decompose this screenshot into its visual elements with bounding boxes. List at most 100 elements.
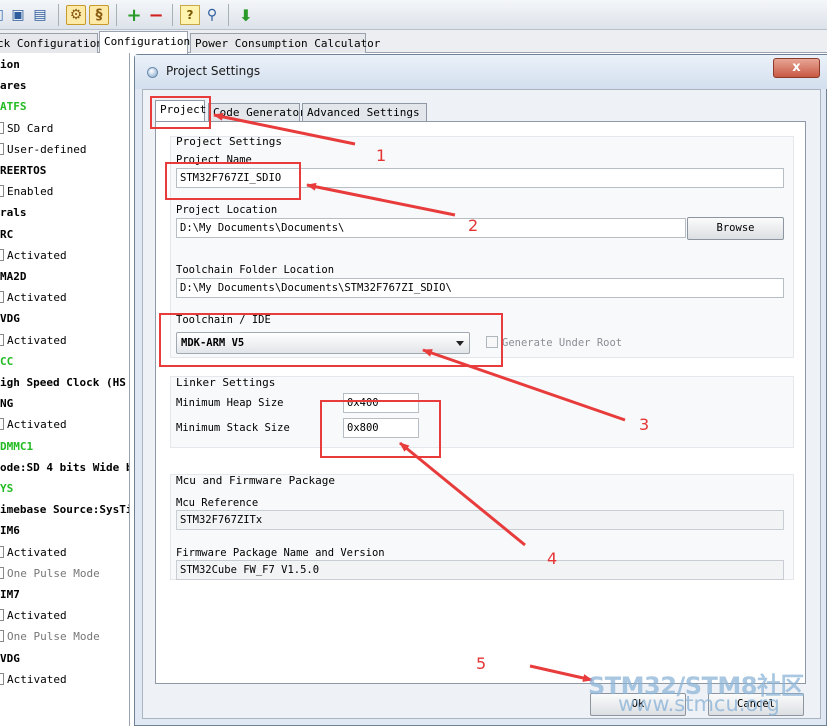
tree-item-label: igh Speed Clock (HS (0, 376, 126, 389)
tree-item[interactable]: Activated (0, 545, 67, 561)
heap-size-label: Minimum Heap Size (176, 397, 284, 409)
tree-item[interactable]: Activated (0, 417, 67, 433)
toolchain-ide-select[interactable]: MDK-ARM V5 (176, 332, 470, 354)
tree-checkbox[interactable] (0, 142, 4, 155)
tab-code-generator[interactable]: Code Generator (208, 103, 306, 122)
tree-item[interactable]: Activated (0, 608, 67, 624)
tree-item-label: RC (0, 227, 14, 241)
heap-size-field[interactable]: 0x400 (343, 393, 419, 413)
browse-button[interactable]: Browse (687, 217, 784, 240)
tree-item[interactable]: Activated (0, 672, 67, 688)
tree-checkbox[interactable] (0, 418, 4, 431)
tree-item[interactable]: REERTOS (0, 163, 46, 179)
configuration-tree: ion ares ATFS SD Card User-defined REERTOS Ena… (0, 53, 130, 726)
tree-checkbox[interactable] (0, 248, 4, 261)
tree-checkbox[interactable] (0, 333, 4, 346)
tree-checkbox[interactable] (0, 566, 4, 579)
tree-item[interactable]: ares (0, 78, 27, 94)
tree-item-label: One Pulse Mode (7, 566, 100, 580)
generate-report-icon[interactable]: ⚙ (66, 5, 86, 25)
cancel-button[interactable]: Cancel (708, 693, 804, 716)
help-icon[interactable]: ? (180, 5, 200, 25)
tab-power-consumption-calculator[interactable]: Power Consumption Calculator (190, 33, 380, 53)
generate-under-root-label: Generate Under Root (502, 337, 623, 349)
tree-item[interactable]: VDG (0, 311, 20, 327)
tree-item[interactable]: rals (0, 205, 27, 221)
tree-item[interactable]: VDG (0, 651, 20, 667)
tree-item-label: IM6 (0, 524, 20, 538)
toolchain-ide-label: Toolchain / IDE (176, 314, 271, 326)
tree-item[interactable]: IM7 (0, 587, 20, 603)
tree-item[interactable]: CC (0, 354, 13, 370)
tree-item-label: IM7 (0, 588, 20, 601)
tree-checkbox[interactable] (0, 545, 4, 558)
toolchain-folder-field[interactable]: D:\My Documents\Documents\STM32F767ZI_SD… (176, 278, 784, 298)
tree-item[interactable]: Activated (0, 290, 67, 306)
tree-item[interactable]: Activated (0, 333, 67, 349)
stack-size-field[interactable]: 0x800 (343, 418, 419, 438)
tree-item[interactable]: User-defined (0, 142, 86, 158)
save-icon[interactable]: ▣ (8, 5, 28, 25)
tree-item[interactable]: One Pulse Mode (0, 566, 100, 582)
tree-item[interactable]: IM6 (0, 523, 20, 539)
search-icon[interactable]: ⚲ (202, 5, 222, 25)
generate-code-icon[interactable]: § (89, 5, 109, 25)
toolbar-separator (228, 4, 229, 26)
tree-item[interactable]: RC (0, 227, 13, 243)
save-as-icon[interactable]: ▤ (30, 5, 50, 25)
tree-checkbox[interactable] (0, 185, 4, 198)
tree-item-label: imebase Source:SysTi (0, 503, 130, 517)
project-name-field[interactable]: STM32F767ZI_SDIO (176, 168, 784, 188)
annotation-number-5: 5 (476, 654, 487, 673)
download-icon[interactable]: ⬇ (236, 5, 256, 25)
tree-item-label: User-defined (7, 142, 87, 156)
tree-item-label: Activated (7, 672, 67, 686)
tree-item-label: Activated (7, 609, 67, 623)
mcu-firmware-group: Mcu and Firmware Package Mcu Reference S… (170, 474, 794, 580)
tree-item-label: YS (0, 482, 14, 495)
tab-configuration[interactable]: Configuration (99, 31, 190, 54)
main-tab-bar: ck Configuration Configuration Power Con… (0, 30, 827, 54)
tree-item-label: rals (0, 206, 27, 220)
tree-checkbox[interactable] (0, 672, 4, 685)
tree-item-label: REERTOS (0, 164, 47, 177)
tree-item-label: One Pulse Mode (7, 630, 100, 644)
tree-checkbox[interactable] (0, 630, 4, 643)
annotation-number-1: 1 (376, 146, 387, 165)
tree-item[interactable]: MA2D (0, 269, 27, 285)
firmware-package-label: Firmware Package Name and Version (176, 547, 385, 559)
tab-clock-configuration[interactable]: ck Configuration (0, 33, 103, 53)
generate-under-root-checkbox[interactable] (486, 336, 498, 348)
tab-advanced-settings[interactable]: Advanced Settings (302, 103, 427, 122)
toolchain-selected-value: MDK-ARM V5 (181, 337, 245, 349)
remove-icon[interactable]: − (146, 5, 166, 26)
tab-project[interactable]: Project (155, 100, 206, 122)
linker-settings-group: Linker Settings Minimum Heap Size 0x400 … (170, 376, 794, 448)
tree-item[interactable]: ATFS (0, 99, 27, 115)
tree-checkbox[interactable] (0, 609, 4, 622)
dialog-titlebar[interactable]: Project Settings x (135, 55, 827, 89)
tree-item[interactable]: igh Speed Clock (HS (0, 375, 126, 391)
add-icon[interactable]: + (124, 5, 144, 26)
tree-checkbox[interactable] (0, 121, 4, 134)
tree-item[interactable]: ode:SD 4 bits Wide bu (0, 460, 129, 476)
ok-button[interactable]: Ok (590, 693, 686, 716)
tree-item[interactable]: YS (0, 481, 13, 497)
tree-item[interactable]: Activated (0, 248, 67, 264)
group-title: Mcu and Firmware Package (176, 474, 335, 487)
project-location-label: Project Location (176, 204, 278, 216)
toolbar-separator (172, 4, 173, 26)
tree-item-label: SD Card (7, 121, 54, 135)
tree-checkbox[interactable] (0, 291, 4, 304)
tree-item[interactable]: SD Card (0, 121, 53, 137)
project-location-field[interactable]: D:\My Documents\Documents\ (176, 218, 686, 238)
tree-item[interactable]: DMMC1 (0, 439, 33, 455)
tree-item[interactable]: imebase Source:SysTi (0, 502, 130, 518)
annotation-number-4: 4 (547, 549, 558, 568)
close-button[interactable]: x (773, 58, 820, 78)
tree-item[interactable]: ion (0, 57, 20, 73)
tree-item[interactable]: One Pulse Mode (0, 629, 100, 645)
tree-item[interactable]: Enabled (0, 184, 53, 200)
dialog-body: Project Code Generator Advanced Settings… (142, 89, 821, 719)
tree-item[interactable]: NG (0, 396, 13, 412)
